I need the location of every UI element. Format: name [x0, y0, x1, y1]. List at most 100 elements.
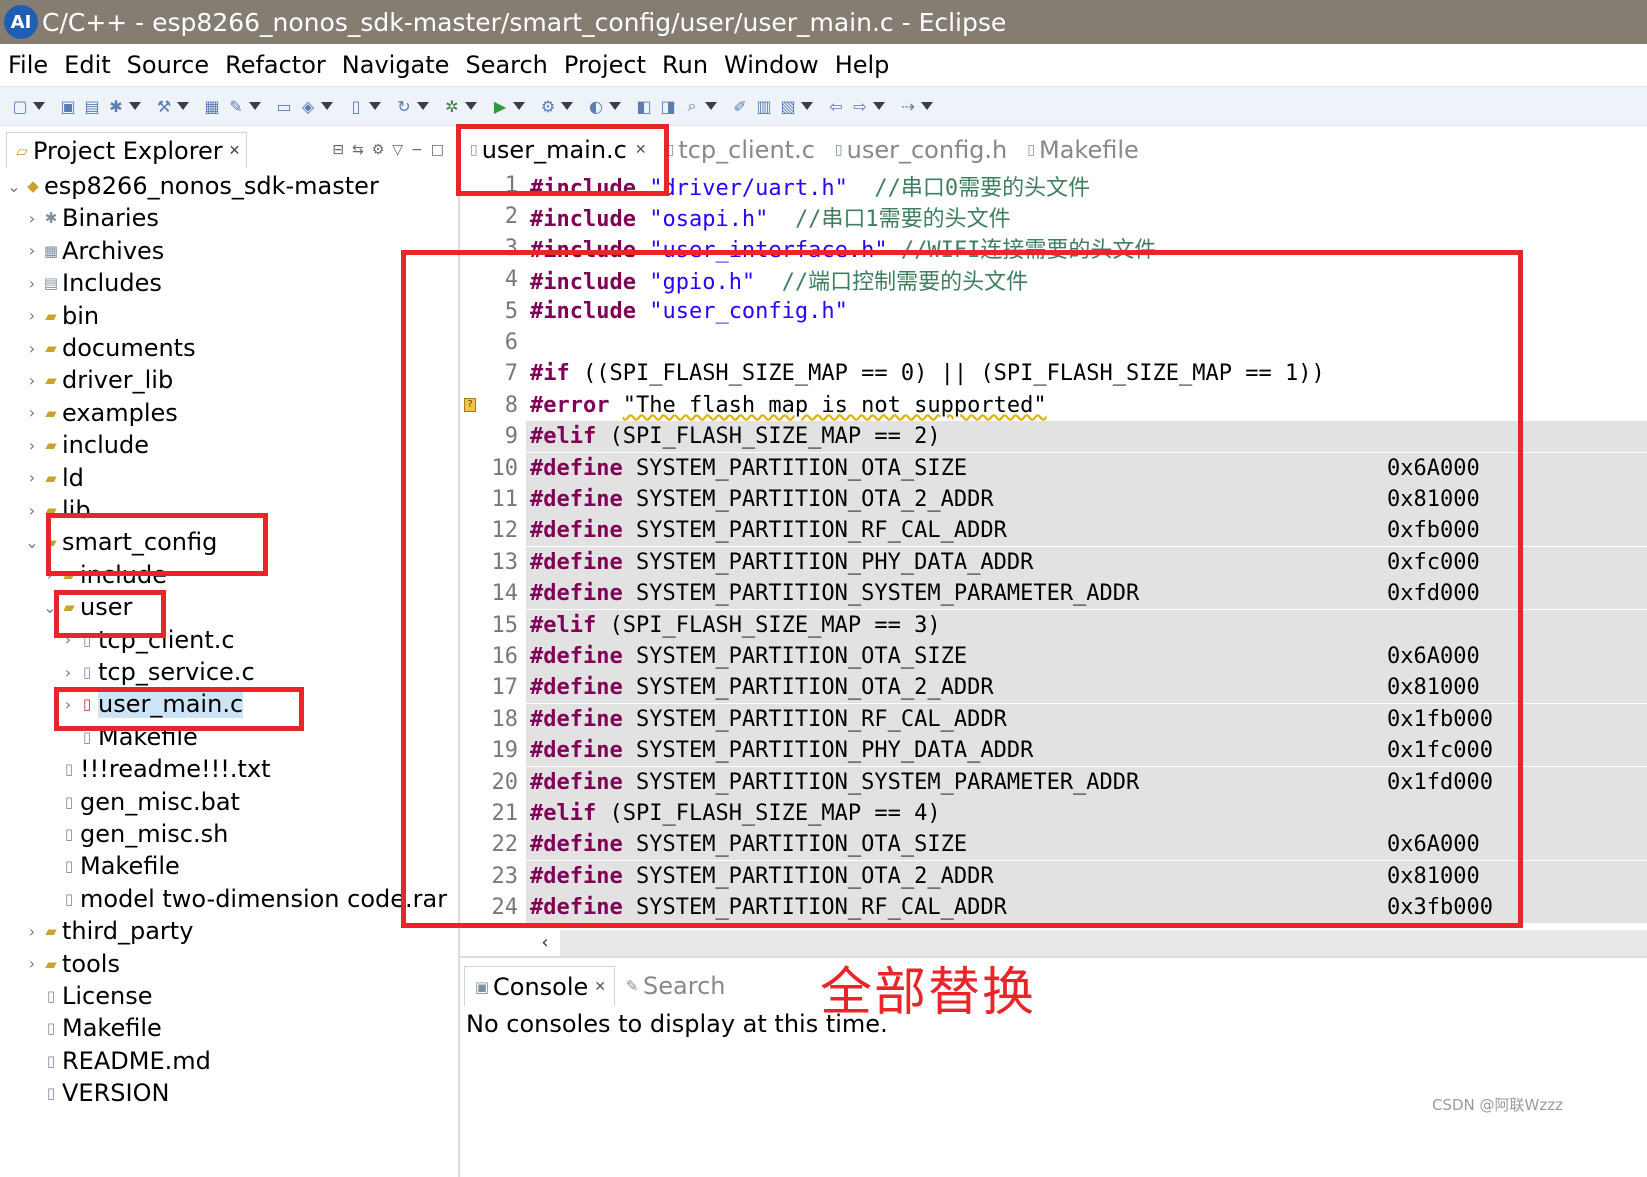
- tree-item[interactable]: ▯ !!!readme!!!.txt: [42, 753, 271, 785]
- bug-debug-icon[interactable]: ✲: [442, 96, 462, 116]
- link-with-editor-icon[interactable]: ⇆: [352, 142, 364, 158]
- dropdown-arrow-icon[interactable]: [800, 96, 814, 116]
- dropdown-arrow-icon[interactable]: [368, 96, 382, 116]
- menu-help[interactable]: Help: [827, 51, 898, 79]
- chevron-down-icon[interactable]: ⌄: [6, 177, 22, 196]
- chevron-down-icon[interactable]: ⌄: [42, 598, 58, 617]
- dropdown-arrow-icon[interactable]: [464, 96, 478, 116]
- chevron-right-icon[interactable]: ›: [42, 565, 58, 584]
- tree-item[interactable]: ▯ README.md: [24, 1045, 211, 1077]
- close-icon[interactable]: ✕: [594, 979, 606, 995]
- view-menu-icon[interactable]: ▽: [392, 142, 403, 158]
- code-view[interactable]: 1 #include "driver/uart.h" //串口0需要的头文件 2 #i…: [460, 170, 1647, 930]
- tree-item[interactable]: ▯ model two-dimension code.rar: [42, 883, 447, 915]
- tree-item[interactable]: › ▯ user_main.c: [60, 688, 244, 720]
- scroll-left-icon[interactable]: ‹: [530, 930, 560, 956]
- debug-settings-icon[interactable]: ✎: [226, 96, 246, 116]
- refresh-icon[interactable]: ↻: [394, 96, 414, 116]
- editor-tab-tcp-client-c[interactable]: ▯ tcp_client.c: [657, 130, 825, 170]
- dropdown-arrow-icon[interactable]: [416, 96, 430, 116]
- dropdown-arrow-icon[interactable]: [872, 96, 886, 116]
- menu-refactor[interactable]: Refactor: [217, 51, 334, 79]
- tree-item[interactable]: ▯ gen_misc.sh: [42, 818, 228, 850]
- chevron-right-icon[interactable]: ›: [24, 371, 40, 390]
- open-task-icon[interactable]: ◨: [658, 96, 678, 116]
- tree-item[interactable]: › ▰ third_party: [24, 915, 194, 947]
- maximize-icon[interactable]: □: [431, 142, 444, 158]
- project-explorer-tab[interactable]: ▱ Project Explorer ✕: [6, 132, 248, 168]
- new-class-icon[interactable]: ◈: [298, 96, 318, 116]
- external-tools-icon[interactable]: ⚙: [538, 96, 558, 116]
- toggle-mark-icon[interactable]: ✐: [730, 96, 750, 116]
- tree-item[interactable]: › ▰ ld: [24, 462, 84, 494]
- dropdown-arrow-icon[interactable]: [704, 96, 718, 116]
- tree-item[interactable]: ▯ Makefile: [42, 850, 180, 882]
- tree-item[interactable]: › ▦ Archives: [24, 235, 165, 267]
- next-annotation-icon[interactable]: ▧: [778, 96, 798, 116]
- open-type-icon[interactable]: ◧: [634, 96, 654, 116]
- chevron-right-icon[interactable]: ›: [60, 663, 76, 682]
- chevron-right-icon[interactable]: ›: [24, 468, 40, 487]
- dropdown-arrow-icon[interactable]: [320, 96, 334, 116]
- tree-item[interactable]: ⌄ ▰ user: [42, 591, 132, 623]
- tree-item[interactable]: ▯ gen_misc.bat: [42, 786, 240, 818]
- dropdown-arrow-icon[interactable]: [920, 96, 934, 116]
- coverage-icon[interactable]: ◐: [586, 96, 606, 116]
- filter-icon[interactable]: ⚙: [372, 142, 385, 158]
- dropdown-arrow-icon[interactable]: [32, 96, 46, 116]
- menu-file[interactable]: File: [0, 51, 56, 79]
- editor-tab-user-config-h[interactable]: ▯ user_config.h: [825, 130, 1017, 170]
- menu-navigate[interactable]: Navigate: [334, 51, 458, 79]
- menu-search[interactable]: Search: [457, 51, 555, 79]
- minimize-icon[interactable]: −: [411, 142, 423, 158]
- chevron-right-icon[interactable]: ›: [24, 922, 40, 941]
- search-icon[interactable]: ⌕: [682, 96, 702, 116]
- menu-project[interactable]: Project: [556, 51, 654, 79]
- run-icon[interactable]: ▶: [490, 96, 510, 116]
- menu-edit[interactable]: Edit: [56, 51, 118, 79]
- tree-item[interactable]: ▯ Makefile: [60, 721, 198, 753]
- menu-source[interactable]: Source: [119, 51, 217, 79]
- chevron-right-icon[interactable]: ›: [24, 436, 40, 455]
- tree-item[interactable]: › ▰ driver_lib: [24, 364, 173, 396]
- chevron-right-icon[interactable]: ›: [24, 403, 40, 422]
- tree-item[interactable]: › ▰ tools: [24, 948, 120, 980]
- new-icon[interactable]: ▢: [10, 96, 30, 116]
- tree-item[interactable]: ▯ Makefile: [24, 1012, 162, 1044]
- annotation-icon[interactable]: ▥: [754, 96, 774, 116]
- close-icon[interactable]: ✕: [635, 142, 647, 158]
- tree-item[interactable]: › ✱ Binaries: [24, 202, 159, 234]
- save-icon[interactable]: ▣: [58, 96, 78, 116]
- hammer-build-icon[interactable]: ⚒: [154, 96, 174, 116]
- chevron-right-icon[interactable]: ›: [24, 339, 40, 358]
- tree-item[interactable]: › ▯ tcp_client.c: [60, 624, 235, 656]
- chevron-right-icon[interactable]: ›: [24, 306, 40, 325]
- close-icon[interactable]: ✕: [229, 143, 241, 159]
- tree-item[interactable]: › ▤ Includes: [24, 267, 162, 299]
- menu-window[interactable]: Window: [716, 51, 827, 79]
- dropdown-arrow-icon[interactable]: [248, 96, 262, 116]
- chevron-down-icon[interactable]: ⌄: [24, 533, 40, 552]
- horizontal-scrollbar[interactable]: ‹: [530, 930, 1647, 956]
- dropdown-arrow-icon[interactable]: [560, 96, 574, 116]
- forward-icon[interactable]: ⇨: [850, 96, 870, 116]
- last-edit-icon[interactable]: ⇢: [898, 96, 918, 116]
- build-config-icon[interactable]: ✱: [106, 96, 126, 116]
- tree-item[interactable]: ▯ License: [24, 980, 153, 1012]
- dropdown-arrow-icon[interactable]: [176, 96, 190, 116]
- save-all-icon[interactable]: ▤: [82, 96, 102, 116]
- tree-item[interactable]: ⌄ ◆ esp8266_nonos_sdk-master: [6, 170, 379, 202]
- dropdown-arrow-icon[interactable]: [608, 96, 622, 116]
- tree-item[interactable]: › ▰ examples: [24, 397, 178, 429]
- editor-tab-user-main-c[interactable]: ▯ user_main.c ✕: [460, 130, 657, 170]
- chevron-right-icon[interactable]: ›: [60, 630, 76, 649]
- chevron-right-icon[interactable]: ›: [24, 241, 40, 260]
- tree-item[interactable]: › ▰ include: [24, 429, 149, 461]
- tree-item[interactable]: › ▰ bin: [24, 300, 99, 332]
- tree-item[interactable]: ⌄ ▰ smart_config: [24, 526, 217, 558]
- chevron-right-icon[interactable]: ›: [24, 954, 40, 973]
- tree-item[interactable]: › ▰ lib: [24, 494, 91, 526]
- chevron-right-icon[interactable]: ›: [24, 274, 40, 293]
- tree-item[interactable]: › ▰ include: [42, 559, 167, 591]
- console-tab-console[interactable]: ▣ Console ✕: [464, 966, 616, 1006]
